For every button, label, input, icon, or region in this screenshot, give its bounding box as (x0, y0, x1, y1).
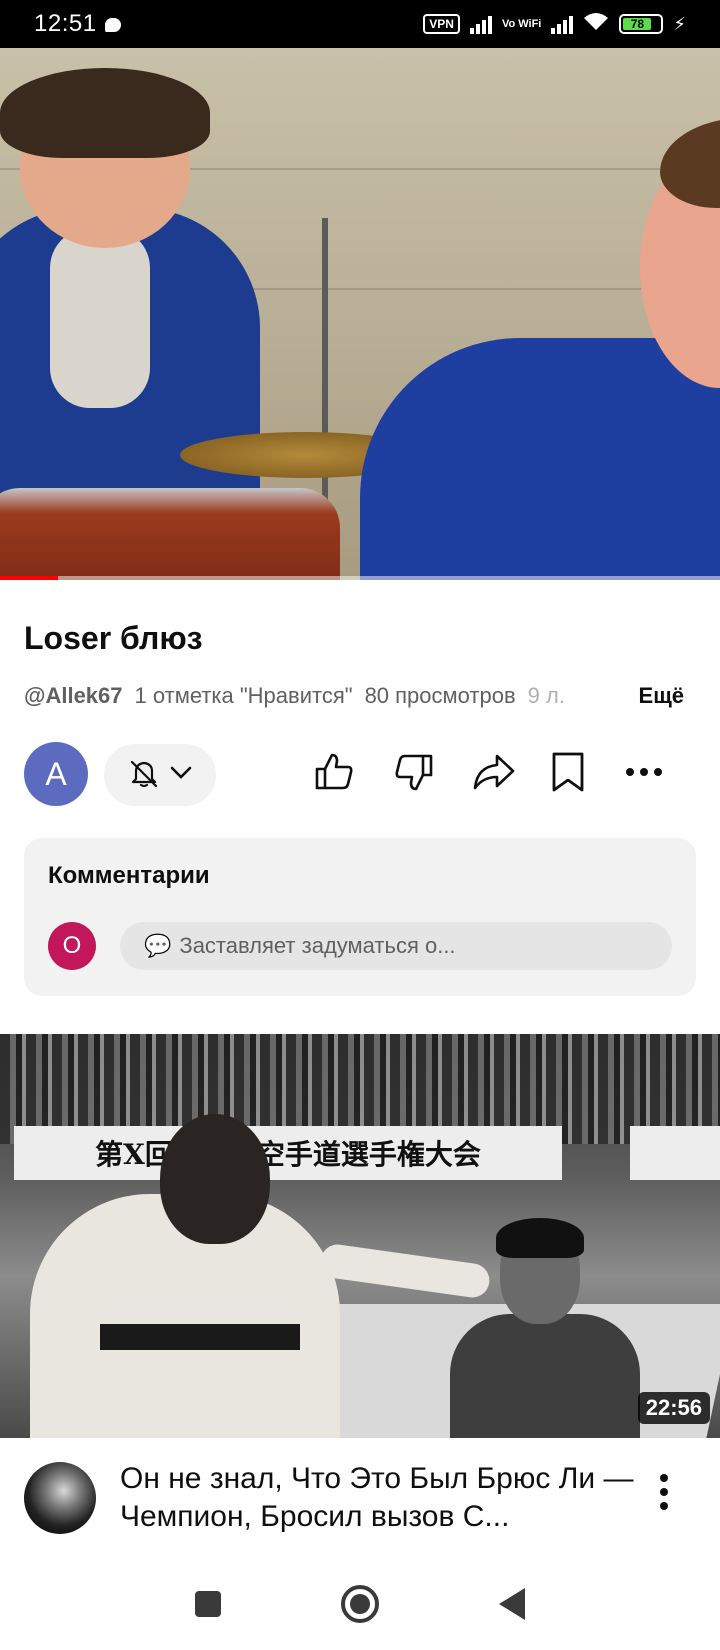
video-progress-bar[interactable] (0, 576, 720, 580)
thumbs-down-icon (392, 750, 436, 799)
channel-avatar[interactable]: A (24, 742, 88, 806)
more-actions-button[interactable] (618, 748, 670, 800)
status-time: 12:51 (34, 10, 97, 37)
video-player[interactable] (0, 48, 720, 580)
battery-level: 78 (623, 17, 652, 31)
thumbnail-fighter (20, 1094, 492, 1438)
status-bar: 12:51 VPN Vo WiFi 78 ⚡ (0, 0, 720, 48)
signal-icon (551, 14, 574, 34)
status-icons: VPN Vo WiFi 78 ⚡ (423, 12, 686, 37)
upload-age: 9 л. (527, 683, 565, 708)
more-horizontal-icon (624, 765, 664, 783)
bookmark-icon (548, 750, 588, 799)
top-comment-preview[interactable]: 💬 Заставляет задуматься о... (120, 922, 672, 970)
charging-bolt-icon: ⚡ (673, 13, 686, 34)
battery-icon: 78 (619, 14, 664, 34)
commenter-avatar: O (48, 922, 96, 970)
next-video-title[interactable]: Он не знал, Что Это Был Брюс Ли — Чемпио… (120, 1460, 640, 1536)
next-video-details[interactable]: Он не знал, Что Это Был Брюс Ли — Чемпио… (0, 1438, 720, 1558)
system-nav-bar (0, 1558, 720, 1650)
thumbnail-seated-man (420, 1218, 640, 1438)
action-row: A (24, 742, 700, 808)
dislike-button[interactable] (388, 748, 440, 800)
share-button[interactable] (468, 748, 520, 800)
comments-heading: Комментарии (48, 862, 210, 889)
comments-panel[interactable]: Комментарии O 💬 Заставляет задуматься о.… (24, 838, 696, 996)
thumbnail-banner-right (630, 1126, 720, 1180)
drum (0, 488, 340, 580)
chevron-down-icon (170, 766, 192, 785)
more-vertical-icon[interactable] (646, 1468, 682, 1516)
like-button[interactable] (308, 748, 360, 800)
share-icon (471, 750, 517, 799)
video-meta-row[interactable]: @Allek67 1 отметка "Нравится" 80 просмот… (24, 680, 696, 712)
vowifi-label: Vo WiFi (501, 17, 542, 30)
wifi-icon (583, 12, 609, 37)
speech-bubble-icon: 💬 (144, 933, 172, 958)
notifications-button[interactable] (104, 744, 216, 806)
video-progress-played (0, 576, 58, 580)
bell-off-icon (128, 757, 160, 794)
video-frame-person-right (360, 108, 720, 580)
more-button[interactable]: Ещё (630, 683, 684, 709)
vpn-badge: VPN (423, 14, 460, 34)
views-count: 80 просмотров (364, 683, 516, 708)
home-circle-icon[interactable] (341, 1585, 379, 1623)
signal-icon (469, 14, 492, 34)
channel-handle[interactable]: @Allek67 (24, 683, 123, 709)
thumbs-up-icon (312, 750, 356, 799)
video-title[interactable]: Loser блюз (24, 620, 203, 657)
recents-square-icon[interactable] (195, 1591, 221, 1617)
back-triangle-icon[interactable] (499, 1588, 525, 1620)
next-video-thumbnail[interactable]: 第X回全日本空手道選手権大会 22:56 (0, 1034, 720, 1438)
chat-bubble-icon (104, 18, 121, 32)
next-channel-avatar[interactable] (24, 1462, 96, 1534)
top-comment-text: Заставляет задуматься о... (179, 933, 456, 958)
likes-count: 1 отметка "Нравится" (134, 683, 353, 708)
save-button[interactable] (542, 748, 594, 800)
video-duration-badge: 22:56 (637, 1392, 710, 1424)
